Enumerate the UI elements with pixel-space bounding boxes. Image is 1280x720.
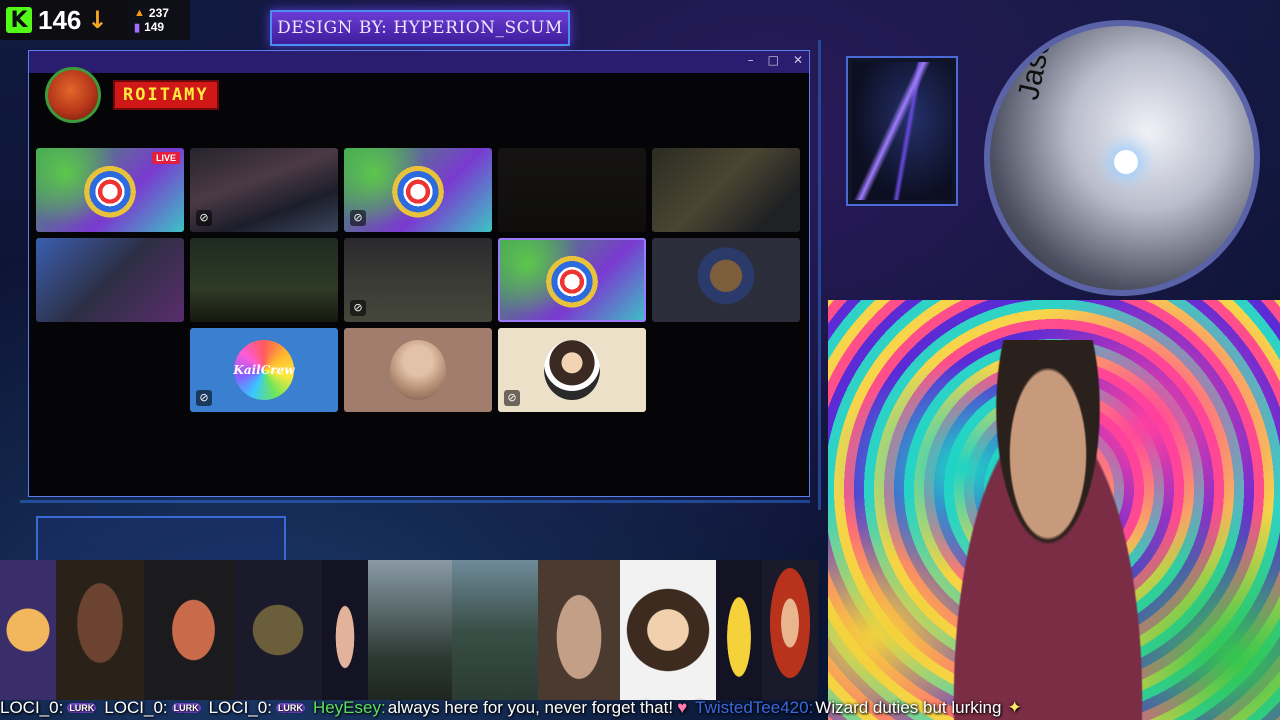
viewer-avatar [716,560,762,700]
stream-tile[interactable] [652,238,800,322]
mute-icon[interactable]: ⊘ [504,390,520,406]
chat-message: LOCI_0: LURK [209,698,305,718]
chat-message: TwistedTee420: Wizard duties but lurking… [695,698,1022,718]
minimize-button[interactable]: – [748,53,754,67]
live-badge: LIVE [151,152,180,164]
multistream-window: – □ ✕ ROITAMY LIVE ⊘ ⊘ ⊘ KailCrew ⊘ ⊘ [28,50,810,497]
viewer-avatar [620,560,716,700]
profile-avatar [390,340,446,400]
stream-tile[interactable]: KailCrew ⊘ [190,328,338,412]
stream-tile[interactable] [498,148,646,232]
kick-viewer-count: 146 [38,4,82,35]
webcam-feed [828,300,1280,720]
chat-message: LOCI_0: LURK [104,698,201,718]
lurk-emote: LURK [275,703,305,713]
profile-avatar [544,340,600,400]
fire-icon: ▲ [134,7,145,19]
viewer-avatar-strip [0,560,818,700]
bars-icon: ▮ [134,21,141,34]
chat-username: HeyEsey: [312,698,386,717]
empty-tile-slot [36,328,184,412]
streamer-figure [928,340,1168,720]
stream-tile[interactable]: ⊘ [498,328,646,412]
chat-text: Wizard duties but lurking [815,698,1002,717]
chat-username: LOCI_0: [208,698,272,717]
stream-tile[interactable] [344,328,492,412]
mute-icon[interactable]: ⊘ [196,210,212,226]
circular-camera-frame: Jason derulo [984,20,1260,296]
stream-tile[interactable]: ⊘ [344,148,492,232]
heart-icon: ♥ [677,698,688,717]
channel-avatar[interactable] [45,67,101,123]
lurk-emote: LURK [67,703,97,713]
kick-viewer-badge: K 146 ↓ [0,0,128,40]
close-button[interactable]: ✕ [793,53,803,67]
lightning-graphic [852,62,952,200]
chat-text: always here for you, never forget that! [387,698,674,717]
chat-message: HeyEsey: always here for you, never forg… [313,698,687,718]
chat-username: LOCI_0: [0,698,64,717]
stream-stats: ▲ 237 ▮ 149 [128,0,190,40]
viewer-avatar [538,560,620,700]
stream-tile-grid: LIVE ⊘ ⊘ ⊘ KailCrew ⊘ ⊘ [36,148,800,412]
stat-orange-value: 237 [148,6,169,20]
viewer-avatar [368,560,452,700]
mute-icon[interactable]: ⊘ [350,210,366,226]
chat-username: LOCI_0: [104,698,168,717]
viewer-avatar [322,560,368,700]
chat-username: TwistedTee420: [695,698,814,717]
viewer-avatar [452,560,538,700]
stream-tile[interactable]: ⊘ [344,238,492,322]
stream-tile[interactable] [36,238,184,322]
kick-logo-icon: K [6,7,32,33]
chat-message: LOCI_0: LURK [0,698,97,718]
down-arrow-icon: ↓ [87,6,108,34]
viewer-avatar [144,560,234,700]
channel-name[interactable]: ROITAMY [113,80,219,110]
stream-tile[interactable]: ⊘ [190,148,338,232]
lurk-emote: LURK [171,703,201,713]
ring-light [1114,150,1138,174]
stream-tile[interactable]: LIVE [36,148,184,232]
mute-icon[interactable]: ⊘ [350,300,366,316]
lightning-panel [846,56,958,206]
stream-tile[interactable] [652,148,800,232]
viewer-avatar [234,560,322,700]
stream-tile[interactable] [190,238,338,322]
maximize-button[interactable]: □ [768,53,779,67]
sparkle-icon: ✦ [1007,698,1022,717]
viewer-avatar [0,560,56,700]
viewer-avatar [762,560,818,700]
viewer-avatar [56,560,144,700]
stream-tile-selected[interactable] [498,238,646,322]
chat-ticker: LOCI_0: LURK LOCI_0: LURK LOCI_0: LURK H… [0,696,1280,720]
frame-divider [818,40,821,510]
stat-purple-value: 149 [144,20,165,34]
kailcrew-logo: KailCrew [233,340,295,400]
design-credit-banner: DESIGN BY: HYPERION_SCUM [270,10,570,46]
frame-divider [20,500,810,503]
mute-icon[interactable]: ⊘ [196,390,212,406]
channel-header: ROITAMY [45,67,219,123]
